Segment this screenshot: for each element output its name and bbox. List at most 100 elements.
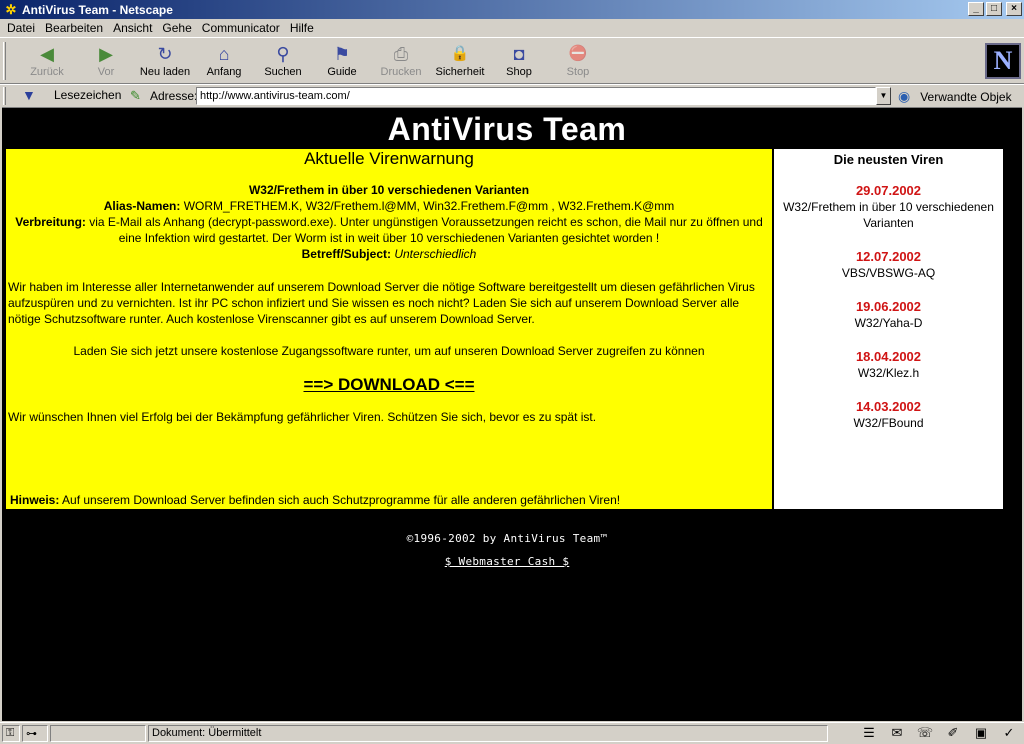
latest-viruses-heading: Die neusten Viren <box>833 152 944 167</box>
virus-details: W32/Frethem in über 10 verschiedenen Var… <box>6 182 772 262</box>
security-button[interactable]: 🔒 Sicherheit <box>432 42 488 82</box>
virus-name: W32/Frethem in über 10 verschiedenen Var… <box>783 200 994 230</box>
progress-bar <box>50 725 146 742</box>
stop-label: Stop <box>566 66 590 78</box>
close-button[interactable]: × <box>1006 2 1022 16</box>
menu-gehe[interactable]: Gehe <box>157 21 196 35</box>
guide-label: Guide <box>327 66 357 78</box>
related-links-button[interactable]: ◉ Verwandte Objek <box>898 88 1012 105</box>
virus-title: W32/Frethem in über 10 verschiedenen Var… <box>248 183 530 197</box>
window-controls: _ □ × <box>968 2 1022 16</box>
alias-value: WORM_FRETHEM.K, W32/Frethem.l@MM, Win32.… <box>180 199 675 213</box>
print-button[interactable]: ⎙ Drucken <box>373 42 429 82</box>
status-bar: ⚿ ⊶ Dokument: Übermittelt ☰ ✉ ☏ ✐ ▣ ✓ <box>0 722 1024 744</box>
search-icon: ⚲ <box>276 44 290 64</box>
stop-icon: ⛔ <box>568 45 588 62</box>
location-grip[interactable] <box>3 87 6 105</box>
back-arrow-icon: ◀ <box>40 44 54 64</box>
virus-name: VBS/VBSWG-AQ <box>841 266 936 280</box>
virus-date: 29.07.2002 <box>855 183 922 198</box>
search-button[interactable]: ⚲ Suchen <box>255 42 311 82</box>
lock-icon: 🔒 <box>450 45 470 62</box>
netscape-app-icon: ✲ <box>5 1 17 17</box>
address-label: Adresse: <box>150 89 198 103</box>
menu-bearbeiten[interactable]: Bearbeiten <box>40 21 108 35</box>
page-proxy-icon[interactable]: ✎ <box>130 88 144 104</box>
webmaster-cash-link[interactable]: $ Webmaster Cash $ <box>2 555 1012 568</box>
back-button[interactable]: ◀ Zurück <box>19 42 75 82</box>
status-text: Dokument: Übermittelt <box>148 725 828 742</box>
virus-date: 12.07.2002 <box>855 249 922 264</box>
shop-label: Shop <box>506 66 532 78</box>
info-paragraph: Wir haben im Interesse aller Internetanw… <box>8 280 755 326</box>
guide-button[interactable]: ⚑ Guide <box>314 42 370 82</box>
virus-list-item[interactable]: 29.07.2002 W32/Frethem in über 10 versch… <box>774 183 1003 231</box>
bookmarks-button[interactable]: ▼ Lesezeichen <box>22 88 121 102</box>
alias-label: Alias-Namen: <box>103 199 181 213</box>
print-label: Drucken <box>380 66 422 78</box>
download-link[interactable]: ==> DOWNLOAD <== <box>6 375 772 395</box>
virus-date: 18.04.2002 <box>855 349 922 364</box>
discussion-icon[interactable]: ☏ <box>914 725 936 741</box>
reload-icon: ↻ <box>157 44 173 64</box>
note-paragraph: Hinweis: Auf unserem Download Server bef… <box>8 492 622 508</box>
virus-list-item[interactable]: 14.03.2002 W32/FBound <box>774 399 1003 431</box>
navigator-icon[interactable]: ☰ <box>858 725 880 741</box>
home-label: Anfang <box>206 66 242 78</box>
virus-warning-panel: Aktuelle Virenwarnung W32/Frethem in übe… <box>6 149 772 509</box>
menu-bar: Datei Bearbeiten Ansicht Gehe Communicat… <box>0 19 1024 37</box>
component-bar: ☰ ✉ ☏ ✐ ▣ ✓ <box>858 725 1020 741</box>
netscape-logo[interactable]: N <box>985 43 1021 79</box>
forward-button[interactable]: ▶ Vor <box>78 42 134 82</box>
site-title: AntiVirus Team <box>387 111 627 147</box>
window-title: AntiVirus Team - Netscape <box>22 2 173 17</box>
address-input[interactable] <box>196 87 876 105</box>
security-status-icon[interactable]: ⚿ <box>2 725 20 742</box>
menu-communicator[interactable]: Communicator <box>197 21 285 35</box>
reload-label: Neu laden <box>139 66 191 78</box>
home-button[interactable]: ⌂ Anfang <box>196 42 252 82</box>
virus-list-item[interactable]: 19.06.2002 W32/Yaha-D <box>774 299 1003 331</box>
virus-list-item[interactable]: 18.04.2002 W32/Klez.h <box>774 349 1003 381</box>
address-book-icon[interactable]: ▣ <box>970 725 992 741</box>
bookmarks-icon: ▼ <box>22 87 36 103</box>
toolbar-grip[interactable] <box>3 42 6 80</box>
location-bar: ▼ Lesezeichen ✎ Adresse: ▼ ◉ Verwandte O… <box>0 84 1024 106</box>
home-icon: ⌂ <box>218 44 230 64</box>
address-label-group: ✎ Adresse: <box>130 88 197 104</box>
spread-label: Verbreitung: <box>15 215 86 229</box>
spread-value: via E-Mail als Anhang (decrypt-password.… <box>85 215 763 245</box>
shop-bag-icon: ◘ <box>513 44 525 64</box>
related-links-icon: ◉ <box>898 88 911 104</box>
search-label: Suchen <box>264 66 302 78</box>
virus-date: 19.06.2002 <box>855 299 922 314</box>
maximize-button[interactable]: □ <box>986 2 1002 16</box>
latest-viruses-panel: Die neusten Viren 29.07.2002 W32/Frethem… <box>774 149 1003 509</box>
shop-button[interactable]: ◘ Shop <box>491 42 547 82</box>
composer-icon[interactable]: ✐ <box>942 725 964 741</box>
security-label: Sicherheit <box>435 66 485 78</box>
edit-page-icon[interactable]: ✓ <box>998 725 1020 741</box>
guide-icon: ⚑ <box>333 44 351 64</box>
mail-icon[interactable]: ✉ <box>886 725 908 741</box>
menu-ansicht[interactable]: Ansicht <box>108 21 157 35</box>
forward-label: Vor <box>97 66 115 78</box>
menu-datei[interactable]: Datei <box>2 21 40 35</box>
address-dropdown-button[interactable]: ▼ <box>876 87 891 105</box>
virus-name: W32/Klez.h <box>857 366 920 380</box>
virus-date: 14.03.2002 <box>855 399 922 414</box>
stop-button[interactable]: ⛔ Stop <box>550 42 606 82</box>
footer-copyright: ©1996-2002 by AntiVirus Team™ <box>406 532 608 545</box>
print-icon: ⎙ <box>393 44 409 64</box>
connection-status-icon: ⊶ <box>22 725 48 742</box>
back-label: Zurück <box>30 66 64 78</box>
minimize-button[interactable]: _ <box>968 2 984 16</box>
bookmarks-label: Lesezeichen <box>54 88 122 102</box>
menu-hilfe[interactable]: Hilfe <box>285 21 319 35</box>
forward-arrow-icon: ▶ <box>99 44 113 64</box>
virus-list-item[interactable]: 12.07.2002 VBS/VBSWG-AQ <box>774 249 1003 281</box>
download-intro: Laden Sie sich jetzt unsere kostenlose Z… <box>73 344 705 358</box>
subject-label: Betreff/Subject: <box>301 247 391 261</box>
reload-button[interactable]: ↻ Neu laden <box>137 42 193 82</box>
virus-name: W32/FBound <box>853 416 924 430</box>
